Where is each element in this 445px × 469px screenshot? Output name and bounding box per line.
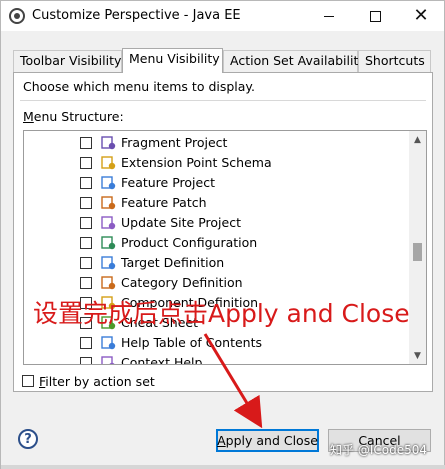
watermark: 知乎 @ICode504 <box>330 443 427 457</box>
annotation-arrow-icon <box>203 333 263 429</box>
